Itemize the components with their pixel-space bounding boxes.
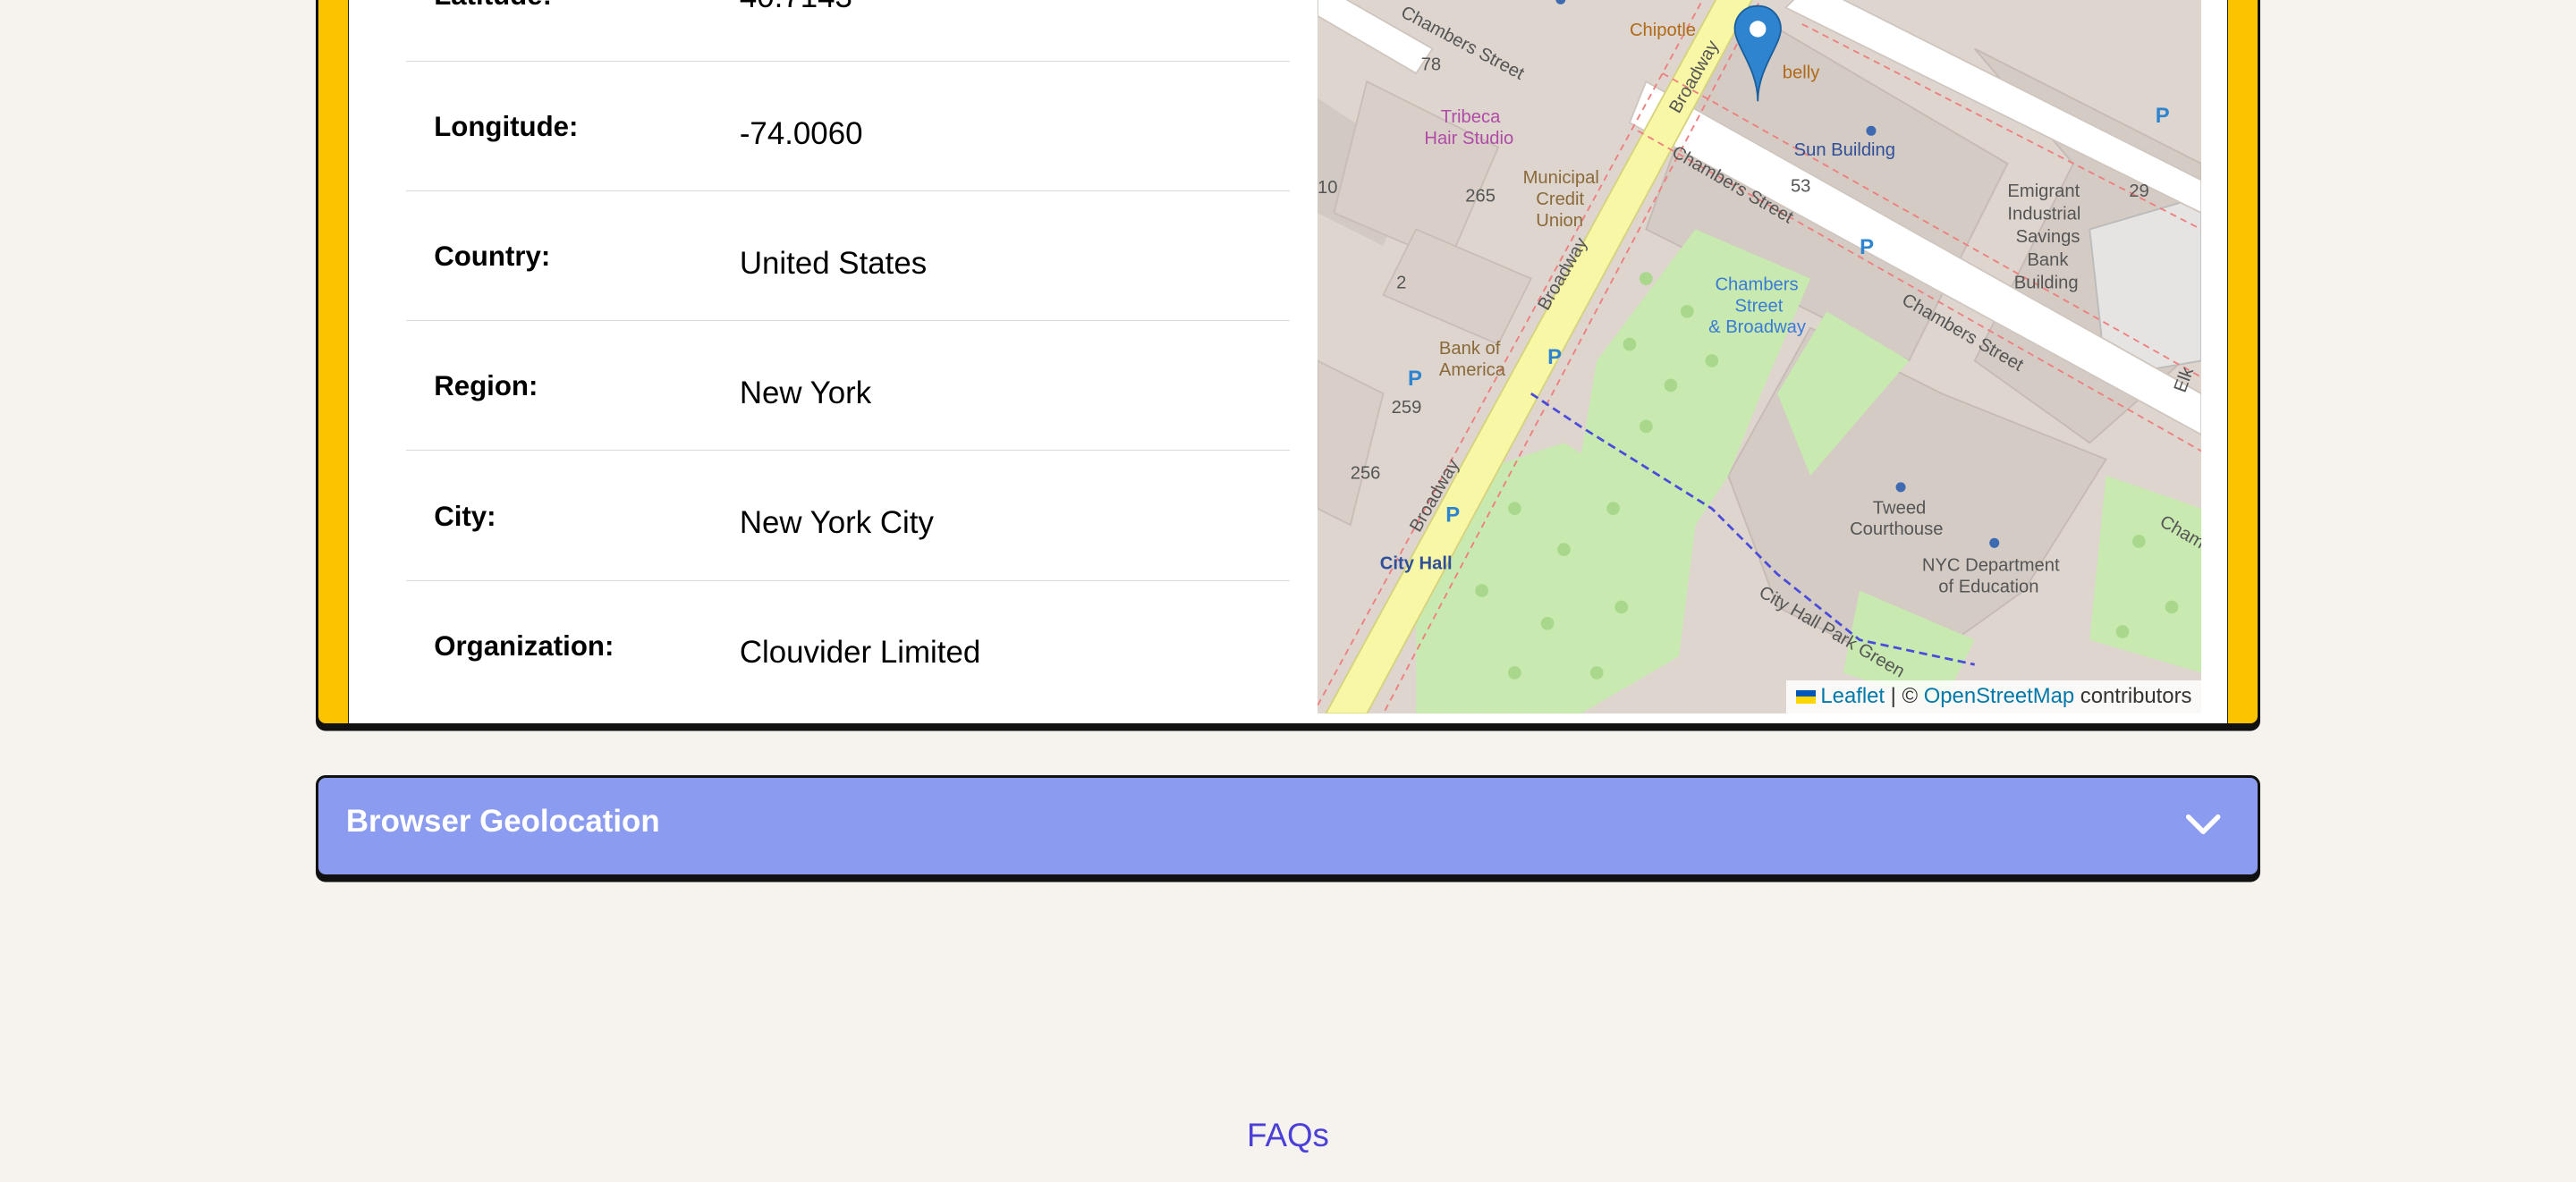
map-label: 53 (1791, 176, 1810, 196)
region-label: Region: (434, 370, 538, 402)
attribution-separator: | © (1885, 683, 1924, 708)
faqs-link-wrap: FAQs (0, 1117, 2576, 1154)
svg-text:P: P (1408, 367, 1422, 391)
map-label: 10 (1318, 178, 1337, 198)
browser-geolocation-accordion[interactable]: Browser Geolocation (315, 774, 2261, 877)
map-label: Emigrant (2008, 182, 2080, 201)
table-row: Region: New York (405, 321, 1291, 452)
openstreetmap-link[interactable]: OpenStreetMap (1924, 684, 2074, 708)
map-label: Tribeca (1441, 107, 1501, 127)
latitude-label: Latitude: (434, 0, 552, 12)
organization-value: Clouvider Limited (739, 635, 981, 671)
ip-details-panel: Latitude: 40.7143 Longitude: -74.0060 Co… (347, 0, 2229, 723)
longitude-value: -74.0060 (739, 115, 863, 151)
country-label: Country: (434, 241, 551, 273)
longitude-label: Longitude: (434, 111, 579, 143)
table-row: City: New York City (405, 451, 1291, 581)
city-label: City: (434, 500, 496, 532)
table-row: Organization: Clouvider Limited (406, 581, 1290, 711)
map-label: Industrial (2008, 204, 2081, 224)
map-label: 256 (1351, 464, 1381, 484)
map-label: Courthouse (1850, 519, 1943, 539)
ip-details-card: Latitude: 40.7143 Longitude: -74.0060 Co… (315, 0, 2261, 726)
chevron-down-icon[interactable] (2185, 814, 2221, 837)
table-row: Country: United States (405, 191, 1291, 322)
map-label: Bank (2028, 250, 2070, 270)
map-label: Chambers (1716, 274, 1799, 294)
map-label: Chipotle (1630, 21, 1696, 40)
map-attribution: Leaflet | © OpenStreetMap contributors (1785, 680, 2202, 714)
map-label: Building (2014, 274, 2079, 293)
svg-text:P: P (1446, 502, 1461, 527)
map-label: Union (1537, 211, 1584, 231)
latitude-value: 40.7143 (740, 0, 852, 15)
map-label: of Education (1939, 577, 2039, 596)
map-label: Savings (2016, 227, 2080, 247)
map-label: 265 (1466, 186, 1496, 206)
map-label: 259 (1392, 398, 1422, 418)
ukraine-flag-icon (1795, 690, 1816, 704)
map-label: NYC Department (1922, 556, 2060, 576)
faqs-link[interactable]: FAQs (1247, 1117, 1329, 1153)
map-label: Credit (1537, 190, 1585, 209)
map-label: Bank of (1439, 339, 1501, 359)
region-value: New York (739, 375, 872, 410)
map-label: 29 (2130, 182, 2149, 201)
city-value: New York City (739, 505, 934, 541)
table-row: Latitude: 40.7143 (405, 0, 1291, 63)
map-label: Tweed (1873, 498, 1926, 518)
ip-details-table: Latitude: 40.7143 Longitude: -74.0060 Co… (405, 0, 1291, 711)
map-tiles: Chambers Street Chambers Street Chambers… (1318, 0, 2202, 714)
map-label: Street (1735, 296, 1784, 316)
leaflet-link[interactable]: Leaflet (1820, 684, 1885, 708)
location-map[interactable]: Chambers Street Chambers Street Chambers… (1318, 0, 2202, 714)
svg-text:P: P (2156, 104, 2170, 128)
map-label: Hair Studio (1425, 129, 1514, 148)
attribution-suffix: contributors (2074, 683, 2192, 708)
accordion-title: Browser Geolocation (345, 804, 660, 840)
organization-label: Organization: (434, 629, 614, 662)
svg-text:P: P (1547, 345, 1562, 369)
map-label: City Hall (1380, 554, 1453, 574)
svg-text:P: P (1860, 235, 1874, 259)
country-value: United States (739, 245, 928, 281)
map-label: belly (1783, 63, 1820, 82)
map-label: Sun Building (1794, 140, 1895, 160)
map-label: 2 (1396, 274, 1406, 293)
table-row: Longitude: -74.0060 (405, 62, 1291, 192)
map-label: America (1439, 360, 1506, 380)
map-label: 78 (1421, 55, 1441, 74)
map-label: & Broadway (1708, 317, 1807, 337)
map-label: Municipal (1523, 168, 1599, 188)
